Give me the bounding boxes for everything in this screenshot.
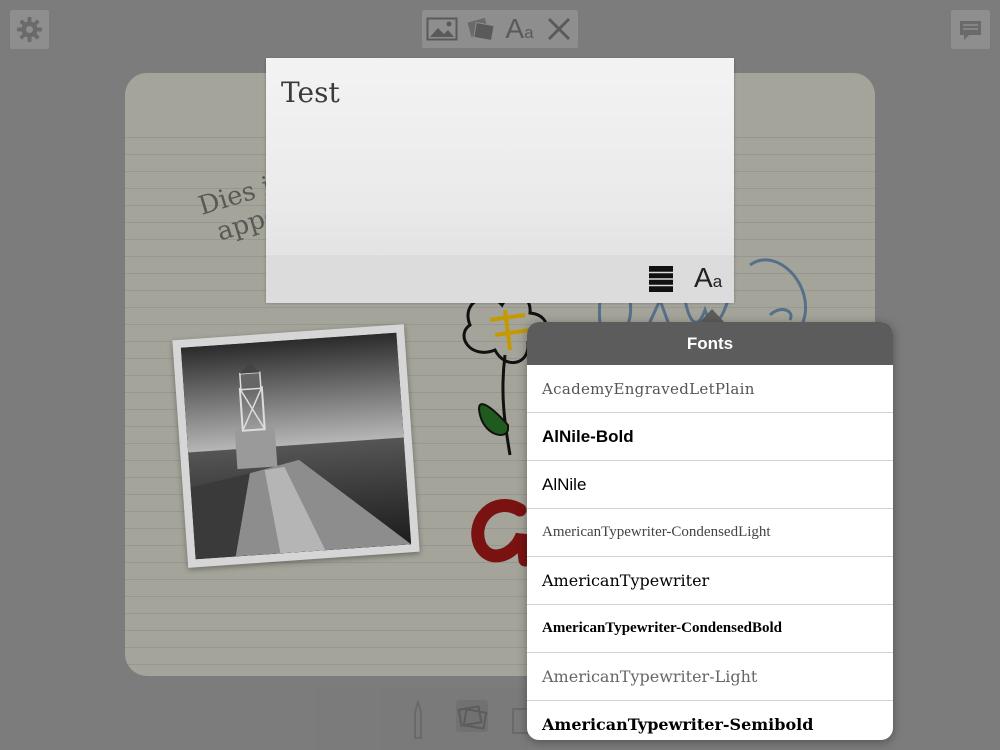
popover-title: Fonts	[527, 322, 893, 365]
close-icon	[547, 17, 570, 41]
list-style-icon	[649, 266, 673, 292]
pen-icon	[414, 700, 422, 739]
settings-button[interactable]	[10, 10, 49, 49]
tools-toolbar: Aa	[422, 10, 578, 48]
bottom-toolbar	[316, 688, 530, 750]
font-list: AcademyEngravedLetPlain AlNile-Bold AlNi…	[527, 365, 893, 740]
note-toolbar: Aa	[266, 254, 734, 303]
list-style-button[interactable]	[648, 265, 674, 293]
comment-button[interactable]	[951, 10, 990, 49]
comment-icon	[960, 21, 981, 40]
font-option-american-typewriter-condensed-bold[interactable]: AmericanTypewriter-CondensedBold	[527, 605, 893, 653]
font-option-american-typewriter-semibold[interactable]: AmericanTypewriter-Semibold	[527, 701, 893, 740]
font-icon: Aa	[694, 262, 723, 293]
font-option-american-typewriter[interactable]: AmericanTypewriter	[527, 557, 893, 605]
lighthouse-photo[interactable]	[172, 324, 420, 568]
fonts-popover: Fonts AcademyEngravedLetPlain AlNile-Bol…	[527, 322, 893, 740]
text-note-card[interactable]: Test Aa	[266, 58, 734, 303]
insert-image-button[interactable]	[422, 10, 461, 48]
note-font-button[interactable]: Aa	[694, 261, 726, 295]
font-option-alnile[interactable]: AlNile	[527, 461, 893, 509]
photos-icon	[456, 700, 488, 732]
font-icon: Aa	[505, 13, 534, 44]
font-option-alnile-bold[interactable]: AlNile-Bold	[527, 413, 893, 461]
close-button[interactable]	[539, 10, 578, 48]
note-text[interactable]: Test	[281, 76, 340, 109]
image-icon	[426, 17, 457, 41]
insert-photos-button[interactable]	[461, 10, 500, 48]
font-button[interactable]: Aa	[500, 10, 539, 48]
popover-arrow	[699, 309, 725, 323]
font-option-academy-engraved[interactable]: AcademyEngravedLetPlain	[527, 365, 893, 413]
font-option-american-typewriter-condensed-light[interactable]: AmericanTypewriter-CondensedLight	[527, 509, 893, 557]
font-option-american-typewriter-light[interactable]: AmericanTypewriter-Light	[527, 653, 893, 701]
lighthouse-image	[180, 332, 412, 560]
gear-icon	[17, 17, 42, 42]
photos-icon	[466, 17, 495, 42]
red-letter-doodle	[471, 499, 532, 567]
